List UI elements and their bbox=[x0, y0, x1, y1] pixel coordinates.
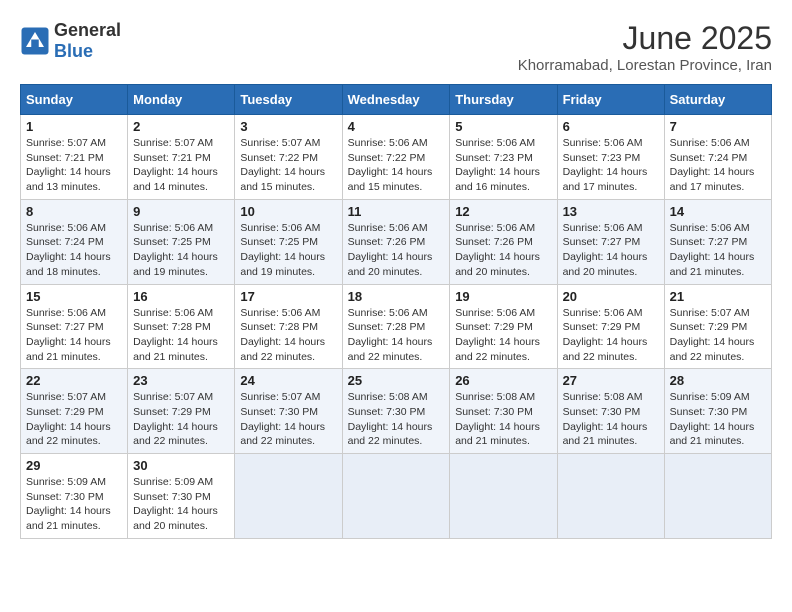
day-cell: 19 Sunrise: 5:06 AMSunset: 7:29 PMDaylig… bbox=[450, 284, 557, 369]
day-cell: 4 Sunrise: 5:06 AMSunset: 7:22 PMDayligh… bbox=[342, 115, 450, 200]
day-cell: 20 Sunrise: 5:06 AMSunset: 7:29 PMDaylig… bbox=[557, 284, 664, 369]
day-cell: 14 Sunrise: 5:06 AMSunset: 7:27 PMDaylig… bbox=[664, 199, 771, 284]
calendar-table: Sunday Monday Tuesday Wednesday Thursday… bbox=[20, 84, 772, 539]
day-cell: 24 Sunrise: 5:07 AMSunset: 7:30 PMDaylig… bbox=[235, 369, 342, 454]
location: Khorramabad, Lorestan Province, Iran bbox=[518, 57, 772, 74]
day-cell: 2 Sunrise: 5:07 AMSunset: 7:21 PMDayligh… bbox=[128, 115, 235, 200]
logo-blue: Blue bbox=[54, 41, 93, 61]
header-monday: Monday bbox=[128, 85, 235, 115]
day-cell: 5 Sunrise: 5:06 AMSunset: 7:23 PMDayligh… bbox=[450, 115, 557, 200]
logo-general: General bbox=[54, 20, 121, 40]
day-cell: 28 Sunrise: 5:09 AMSunset: 7:30 PMDaylig… bbox=[664, 369, 771, 454]
week-row-4: 22 Sunrise: 5:07 AMSunset: 7:29 PMDaylig… bbox=[21, 369, 772, 454]
day-cell: 7 Sunrise: 5:06 AMSunset: 7:24 PMDayligh… bbox=[664, 115, 771, 200]
empty-cell bbox=[557, 454, 664, 539]
empty-cell bbox=[342, 454, 450, 539]
logo: General Blue bbox=[20, 20, 121, 62]
calendar-header-row: Sunday Monday Tuesday Wednesday Thursday… bbox=[21, 85, 772, 115]
header-friday: Friday bbox=[557, 85, 664, 115]
week-row-3: 15 Sunrise: 5:06 AMSunset: 7:27 PMDaylig… bbox=[21, 284, 772, 369]
week-row-5: 29 Sunrise: 5:09 AMSunset: 7:30 PMDaylig… bbox=[21, 454, 772, 539]
day-cell: 29 Sunrise: 5:09 AMSunset: 7:30 PMDaylig… bbox=[21, 454, 128, 539]
day-cell: 25 Sunrise: 5:08 AMSunset: 7:30 PMDaylig… bbox=[342, 369, 450, 454]
week-row-1: 1 Sunrise: 5:07 AMSunset: 7:21 PMDayligh… bbox=[21, 115, 772, 200]
day-cell: 8 Sunrise: 5:06 AMSunset: 7:24 PMDayligh… bbox=[21, 199, 128, 284]
day-cell: 17 Sunrise: 5:06 AMSunset: 7:28 PMDaylig… bbox=[235, 284, 342, 369]
day-cell: 15 Sunrise: 5:06 AMSunset: 7:27 PMDaylig… bbox=[21, 284, 128, 369]
week-row-2: 8 Sunrise: 5:06 AMSunset: 7:24 PMDayligh… bbox=[21, 199, 772, 284]
day-cell: 13 Sunrise: 5:06 AMSunset: 7:27 PMDaylig… bbox=[557, 199, 664, 284]
page-header: General Blue June 2025 Khorramabad, Lore… bbox=[20, 20, 772, 74]
day-cell: 21 Sunrise: 5:07 AMSunset: 7:29 PMDaylig… bbox=[664, 284, 771, 369]
day-cell: 12 Sunrise: 5:06 AMSunset: 7:26 PMDaylig… bbox=[450, 199, 557, 284]
empty-cell bbox=[235, 454, 342, 539]
day-cell: 30 Sunrise: 5:09 AMSunset: 7:30 PMDaylig… bbox=[128, 454, 235, 539]
day-cell: 26 Sunrise: 5:08 AMSunset: 7:30 PMDaylig… bbox=[450, 369, 557, 454]
header-wednesday: Wednesday bbox=[342, 85, 450, 115]
header-thursday: Thursday bbox=[450, 85, 557, 115]
day-cell: 6 Sunrise: 5:06 AMSunset: 7:23 PMDayligh… bbox=[557, 115, 664, 200]
day-cell: 10 Sunrise: 5:06 AMSunset: 7:25 PMDaylig… bbox=[235, 199, 342, 284]
day-cell: 11 Sunrise: 5:06 AMSunset: 7:26 PMDaylig… bbox=[342, 199, 450, 284]
day-cell: 18 Sunrise: 5:06 AMSunset: 7:28 PMDaylig… bbox=[342, 284, 450, 369]
day-cell: 22 Sunrise: 5:07 AMSunset: 7:29 PMDaylig… bbox=[21, 369, 128, 454]
day-cell: 23 Sunrise: 5:07 AMSunset: 7:29 PMDaylig… bbox=[128, 369, 235, 454]
empty-cell bbox=[664, 454, 771, 539]
day-cell: 27 Sunrise: 5:08 AMSunset: 7:30 PMDaylig… bbox=[557, 369, 664, 454]
header-saturday: Saturday bbox=[664, 85, 771, 115]
empty-cell bbox=[450, 454, 557, 539]
logo-icon bbox=[20, 26, 50, 56]
month-year: June 2025 bbox=[518, 20, 772, 57]
day-cell: 9 Sunrise: 5:06 AMSunset: 7:25 PMDayligh… bbox=[128, 199, 235, 284]
logo-text: General Blue bbox=[54, 20, 121, 62]
day-cell: 1 Sunrise: 5:07 AMSunset: 7:21 PMDayligh… bbox=[21, 115, 128, 200]
header-tuesday: Tuesday bbox=[235, 85, 342, 115]
header-sunday: Sunday bbox=[21, 85, 128, 115]
day-cell: 3 Sunrise: 5:07 AMSunset: 7:22 PMDayligh… bbox=[235, 115, 342, 200]
day-cell: 16 Sunrise: 5:06 AMSunset: 7:28 PMDaylig… bbox=[128, 284, 235, 369]
title-block: June 2025 Khorramabad, Lorestan Province… bbox=[518, 20, 772, 74]
